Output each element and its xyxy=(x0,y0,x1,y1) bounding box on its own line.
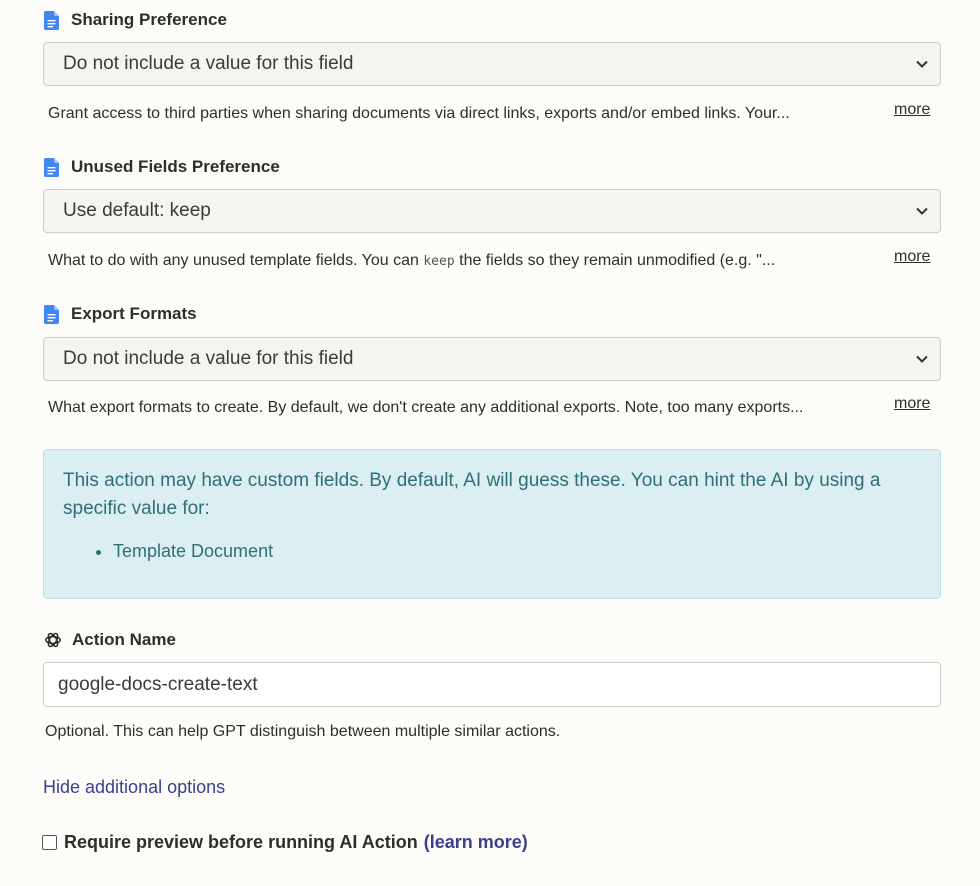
unused-fields-preference-select[interactable]: Use default: keep xyxy=(43,189,941,233)
require-preview-label[interactable]: Require preview before running AI Action xyxy=(64,832,418,853)
sharing-preference-label: Sharing Preference xyxy=(44,10,227,30)
select-value: Do not include a value for this field xyxy=(63,53,354,74)
export-formats-select[interactable]: Do not include a value for this field xyxy=(43,337,941,381)
openai-icon xyxy=(44,631,62,649)
select-value: Use default: keep xyxy=(63,200,211,221)
chevron-down-icon xyxy=(916,207,928,215)
require-preview-row: Require preview before running AI Action… xyxy=(42,832,528,853)
help-text: What to do with any unused template fiel… xyxy=(48,252,424,269)
info-text: This action may have custom fields. By d… xyxy=(63,470,881,519)
sharing-preference-help: Grant access to third parties when shari… xyxy=(48,105,790,122)
export-formats-label: Export Formats xyxy=(44,304,197,324)
export-formats-more-link[interactable]: more xyxy=(894,395,930,413)
ai-action-form: Sharing Preference Do not include a valu… xyxy=(0,0,980,886)
field-label-text: Unused Fields Preference xyxy=(71,157,280,176)
require-preview-checkbox[interactable] xyxy=(42,835,57,850)
google-docs-icon xyxy=(44,157,59,177)
field-label-text: Action Name xyxy=(72,630,176,649)
learn-more-link[interactable]: (learn more) xyxy=(424,832,528,853)
export-formats-help: What export formats to create. By defaul… xyxy=(48,399,804,416)
chevron-down-icon xyxy=(916,60,928,68)
google-docs-icon xyxy=(44,10,59,30)
field-label-text: Sharing Preference xyxy=(71,10,227,29)
list-item: Template Document xyxy=(113,539,921,563)
hide-additional-options-link[interactable]: Hide additional options xyxy=(43,777,225,798)
sharing-preference-select[interactable]: Do not include a value for this field xyxy=(43,42,941,86)
action-name-input[interactable]: google-docs-create-text xyxy=(43,662,941,707)
action-name-help: Optional. This can help GPT distinguish … xyxy=(45,723,561,740)
sharing-preference-more-link[interactable]: more xyxy=(894,101,930,119)
action-name-label: Action Name xyxy=(44,630,176,650)
unused-fields-preference-label: Unused Fields Preference xyxy=(44,157,280,177)
help-code: keep xyxy=(423,254,455,269)
custom-fields-info-box: This action may have custom fields. By d… xyxy=(43,449,941,599)
field-label-text: Export Formats xyxy=(71,304,197,323)
info-list: Template Document xyxy=(113,539,921,563)
unused-fields-preference-more-link[interactable]: more xyxy=(894,248,930,266)
unused-fields-preference-help: What to do with any unused template fiel… xyxy=(48,252,863,270)
google-docs-icon xyxy=(44,304,59,324)
chevron-down-icon xyxy=(916,355,928,363)
help-text: the fields so they remain unmodified (e.… xyxy=(454,252,776,269)
select-value: Do not include a value for this field xyxy=(63,348,354,369)
